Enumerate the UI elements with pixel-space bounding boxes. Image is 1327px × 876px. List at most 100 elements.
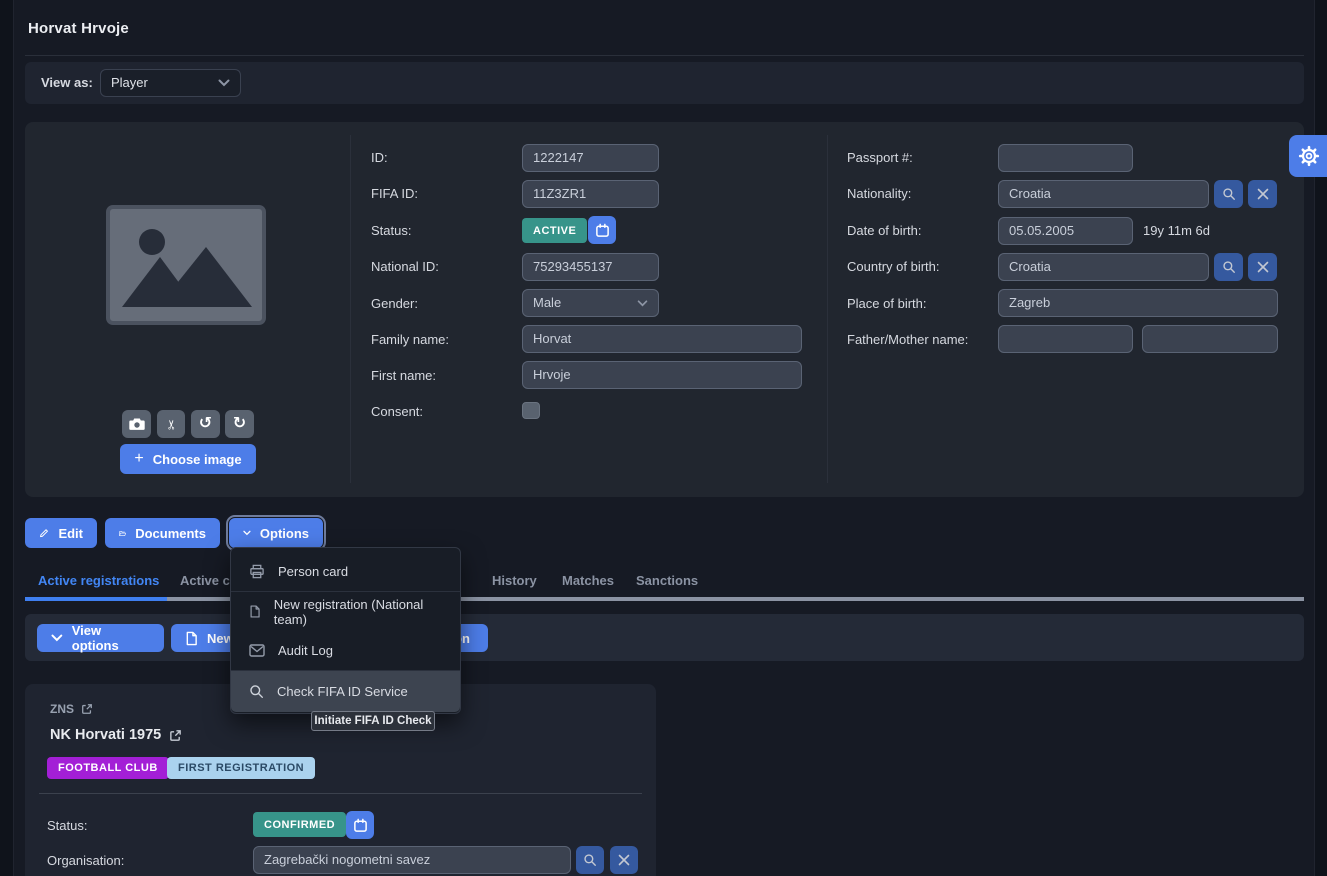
tab-active-registrations[interactable]: Active registrations: [38, 573, 159, 588]
view-as-bar: View as: Player: [25, 62, 1304, 104]
first-name-label: First name:: [371, 368, 436, 383]
fifa-id-input[interactable]: 11Z3ZR1: [522, 180, 659, 208]
options-menu: Person card New registration (National t…: [230, 547, 461, 714]
nationality-label: Nationality:: [847, 186, 911, 201]
settings-button[interactable]: [1289, 135, 1327, 177]
menu-item-label: Person card: [278, 564, 348, 579]
club-name: NK Horvati 1975: [50, 727, 161, 743]
card-organisation-search-button[interactable]: [576, 846, 604, 874]
passport-input[interactable]: [998, 144, 1133, 172]
scissors-icon: ✂: [165, 419, 178, 430]
menu-item-new-registration-national-team[interactable]: New registration (National team): [231, 592, 460, 631]
place-of-birth-label: Place of birth:: [847, 296, 927, 311]
passport-label: Passport #:: [847, 150, 913, 165]
national-id-label: National ID:: [371, 259, 439, 274]
country-of-birth-label: Country of birth:: [847, 259, 940, 274]
rotate-left-button[interactable]: ↺: [191, 410, 220, 438]
header-divider: [25, 55, 1304, 56]
card-organisation-label: Organisation:: [47, 853, 124, 868]
family-name-input[interactable]: Horvat: [522, 325, 802, 353]
registration-type-badge: FIRST REGISTRATION: [167, 757, 315, 779]
edit-label: Edit: [58, 526, 83, 541]
edit-button[interactable]: Edit: [25, 518, 97, 548]
status-history-button[interactable]: [588, 216, 616, 244]
country-of-birth-search-button[interactable]: [1214, 253, 1243, 281]
id-input[interactable]: 1222147: [522, 144, 659, 172]
menu-item-label: New registration (National team): [274, 597, 442, 627]
close-icon: [1257, 261, 1269, 273]
registrations-toolbar: View options New New registration: [25, 614, 1304, 661]
nationality-search-button[interactable]: [1214, 180, 1243, 208]
consent-checkbox[interactable]: [522, 402, 540, 419]
country-of-birth-input[interactable]: Croatia: [998, 253, 1209, 281]
card-status-history-button[interactable]: [346, 811, 374, 839]
date-of-birth-input[interactable]: 05.05.2005: [998, 217, 1133, 245]
search-icon: [1222, 187, 1236, 201]
profile-panel: ✂ ↺ ↻ + Choose image ID: 1222147 FIFA ID…: [25, 122, 1304, 497]
tab-matches[interactable]: Matches: [562, 573, 614, 588]
search-icon: [249, 684, 264, 699]
card-divider: [39, 793, 642, 794]
mother-name-input[interactable]: [1142, 325, 1278, 353]
tab-underline-active: [25, 597, 167, 601]
camera-icon: [129, 417, 145, 431]
nationality-input[interactable]: Croatia: [998, 180, 1209, 208]
external-link-icon[interactable]: [169, 729, 182, 742]
place-of-birth-input[interactable]: Zagreb: [998, 289, 1278, 317]
id-label: ID:: [371, 150, 388, 165]
documents-label: Documents: [135, 526, 206, 541]
gear-icon: [1297, 144, 1321, 168]
tab-active-contracts[interactable]: Active c: [180, 573, 230, 588]
calendar-icon: [353, 818, 368, 833]
fifa-check-tooltip: Initiate FIFA ID Check: [311, 711, 435, 731]
gender-label: Gender:: [371, 296, 418, 311]
date-of-birth-label: Date of birth:: [847, 223, 921, 238]
menu-item-label: Check FIFA ID Service: [277, 684, 408, 699]
card-status-label: Status:: [47, 818, 87, 833]
view-as-label: View as:: [41, 75, 93, 90]
plus-icon: +: [134, 450, 143, 468]
father-name-input[interactable]: [998, 325, 1133, 353]
camera-button[interactable]: [122, 410, 151, 438]
club-type-badge: FOOTBALL CLUB: [47, 757, 169, 779]
card-organisation-clear-button[interactable]: [610, 846, 638, 874]
column-divider-2: [827, 135, 828, 483]
view-options-button[interactable]: View options: [37, 624, 164, 652]
status-label: Status:: [371, 223, 411, 238]
choose-image-button[interactable]: + Choose image: [120, 444, 256, 474]
content-container: Horvat Hrvoje View as: Player: [13, 0, 1315, 876]
chevron-down-icon: [218, 79, 230, 87]
age-text: 19y 11m 6d: [1143, 223, 1210, 238]
card-organisation-input[interactable]: Zagrebački nogometni savez: [253, 846, 571, 874]
nationality-clear-button[interactable]: [1248, 180, 1277, 208]
view-as-select[interactable]: Player: [100, 69, 241, 97]
external-link-icon[interactable]: [81, 703, 93, 715]
father-mother-name-label: Father/Mother name:: [847, 332, 968, 347]
crop-button[interactable]: ✂: [157, 410, 185, 438]
options-button[interactable]: Options: [229, 518, 323, 548]
first-name-input[interactable]: Hrvoje: [522, 361, 802, 389]
envelope-icon: [249, 644, 265, 657]
fifa-id-label: FIFA ID:: [371, 186, 418, 201]
rotate-right-icon: ↻: [233, 416, 246, 432]
national-id-input[interactable]: 75293455137: [522, 253, 659, 281]
menu-item-check-fifa-id-service[interactable]: Check FIFA ID Service: [231, 671, 460, 712]
rotate-right-button[interactable]: ↻: [225, 410, 254, 438]
gender-select[interactable]: Male: [522, 289, 659, 317]
country-of-birth-clear-button[interactable]: [1248, 253, 1277, 281]
documents-button[interactable]: Documents: [105, 518, 220, 548]
choose-image-label: Choose image: [153, 452, 242, 467]
gender-value: Male: [533, 290, 561, 316]
chevron-down-icon: [243, 529, 251, 537]
close-icon: [1257, 188, 1269, 200]
page-title: Horvat Hrvoje: [28, 20, 129, 37]
printer-icon: [249, 564, 265, 579]
menu-item-audit-log[interactable]: Audit Log: [231, 631, 460, 670]
tab-sanctions[interactable]: Sanctions: [636, 573, 698, 588]
tab-history[interactable]: History: [492, 573, 537, 588]
card-status-badge: CONFIRMED: [253, 812, 346, 837]
search-icon: [1222, 260, 1236, 274]
search-icon: [583, 853, 597, 867]
menu-item-label: Audit Log: [278, 643, 333, 658]
menu-item-person-card[interactable]: Person card: [231, 552, 460, 591]
